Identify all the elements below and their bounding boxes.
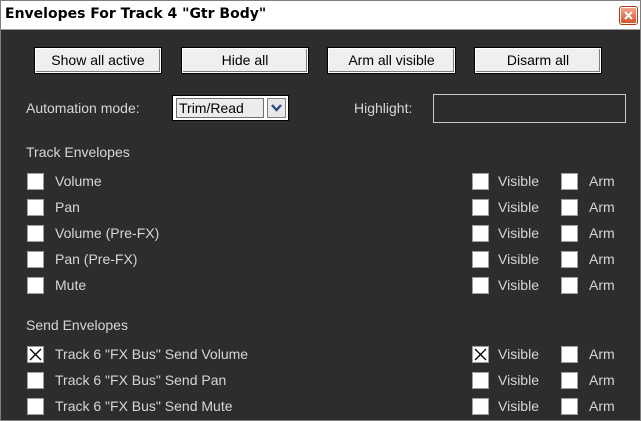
highlight-input[interactable] [433, 94, 626, 123]
disarm-all-button[interactable]: Disarm all [474, 47, 602, 74]
visible-label: Visible [498, 372, 539, 388]
visible-checkbox[interactable] [472, 251, 489, 268]
visible-checkbox[interactable] [472, 173, 489, 190]
track-envelope-checkbox[interactable] [27, 251, 44, 268]
arm-all-visible-button[interactable]: Arm all visible [327, 47, 456, 74]
check-x-icon [29, 348, 42, 361]
show-all-active-button[interactable]: Show all active [34, 47, 162, 74]
visible-checkbox[interactable] [472, 199, 489, 216]
send-envelope-checkbox[interactable] [27, 346, 44, 363]
close-icon [624, 11, 633, 20]
visible-checkbox[interactable] [472, 277, 489, 294]
check-x-icon [474, 348, 487, 361]
arm-label: Arm [589, 225, 615, 241]
hide-all-button[interactable]: Hide all [181, 47, 309, 74]
visible-label: Visible [498, 251, 539, 267]
highlight-label: Highlight: [354, 100, 413, 116]
send-envelope-label: Track 6 "FX Bus" Send Mute [55, 398, 233, 414]
automation-mode-label: Automation mode: [26, 100, 140, 116]
track-envelopes-heading: Track Envelopes [26, 144, 130, 160]
automation-mode-select[interactable]: Trim/Read [172, 95, 289, 121]
arm-label: Arm [589, 251, 615, 267]
arm-label: Arm [589, 398, 615, 414]
track-envelope-checkbox[interactable] [27, 225, 44, 242]
track-envelope-checkbox[interactable] [27, 199, 44, 216]
track-envelope-checkbox[interactable] [27, 173, 44, 190]
arm-checkbox[interactable] [561, 199, 578, 216]
arm-checkbox[interactable] [561, 372, 578, 389]
track-envelope-label: Volume [55, 173, 102, 189]
dropdown-button[interactable] [267, 98, 286, 118]
visible-checkbox[interactable] [472, 346, 489, 363]
visible-label: Visible [498, 199, 539, 215]
title-bar[interactable]: Envelopes For Track 4 "Gtr Body" [1, 1, 640, 30]
arm-label: Arm [589, 173, 615, 189]
send-envelopes-heading: Send Envelopes [26, 317, 128, 333]
visible-label: Visible [498, 173, 539, 189]
send-envelope-checkbox[interactable] [27, 398, 44, 415]
arm-label: Arm [589, 199, 615, 215]
close-button[interactable] [619, 6, 638, 25]
visible-checkbox[interactable] [472, 225, 489, 242]
arm-label: Arm [589, 346, 615, 362]
visible-label: Visible [498, 277, 539, 293]
visible-label: Visible [498, 398, 539, 414]
arm-checkbox[interactable] [561, 173, 578, 190]
send-envelope-label: Track 6 "FX Bus" Send Volume [55, 346, 249, 362]
arm-checkbox[interactable] [561, 251, 578, 268]
visible-checkbox[interactable] [472, 398, 489, 415]
arm-checkbox[interactable] [561, 346, 578, 363]
send-envelope-label: Track 6 "FX Bus" Send Pan [55, 372, 227, 388]
arm-label: Arm [589, 372, 615, 388]
arm-checkbox[interactable] [561, 225, 578, 242]
automation-mode-value: Trim/Read [176, 98, 264, 118]
visible-label: Visible [498, 346, 539, 362]
track-envelope-checkbox[interactable] [27, 277, 44, 294]
arm-label: Arm [589, 277, 615, 293]
window-title: Envelopes For Track 4 "Gtr Body" [5, 6, 267, 22]
track-envelope-label: Volume (Pre-FX) [55, 225, 160, 241]
send-envelope-checkbox[interactable] [27, 372, 44, 389]
visible-label: Visible [498, 225, 539, 241]
track-envelope-label: Pan [55, 199, 80, 215]
visible-checkbox[interactable] [472, 372, 489, 389]
arm-checkbox[interactable] [561, 398, 578, 415]
envelopes-dialog: Envelopes For Track 4 "Gtr Body" Show al… [0, 0, 641, 421]
track-envelope-label: Mute [55, 277, 87, 293]
track-envelope-label: Pan (Pre-FX) [55, 251, 138, 267]
chevron-down-icon [271, 104, 282, 112]
arm-checkbox[interactable] [561, 277, 578, 294]
